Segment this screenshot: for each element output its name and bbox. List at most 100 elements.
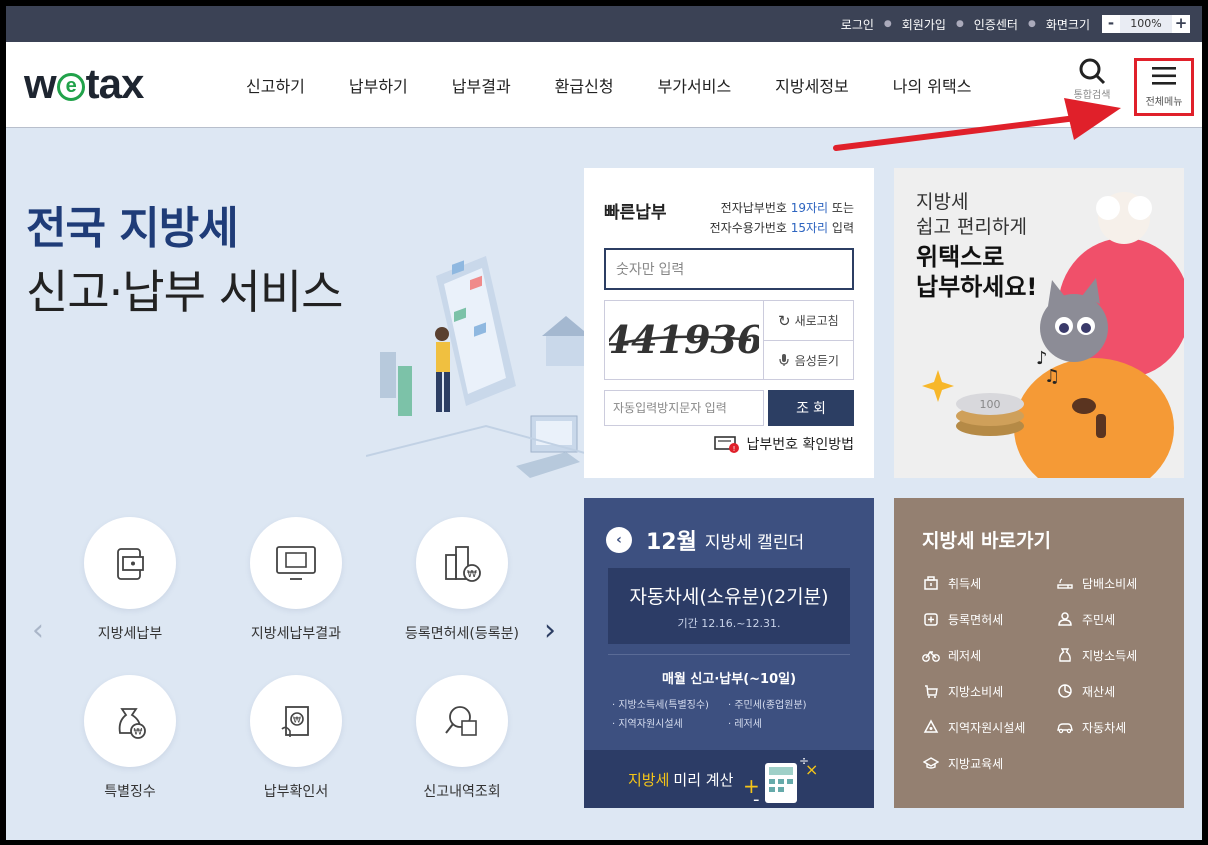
separator-dot: ● [1027,19,1036,29]
tax-pre-calculation-link[interactable]: 지방세 미리 계산 + - × ÷ [584,750,874,808]
recycle-icon [922,718,940,736]
cart-icon [922,682,940,700]
refresh-icon: ↻ [777,311,791,330]
captcha-audio-button[interactable]: 음성듣기 [763,340,853,379]
nav-item-report[interactable]: 신고하기 [246,73,305,97]
quick-item-label: 등록면허세(등록분) [405,626,519,642]
browser-page: 로그인 ● 회원가입 ● 인증센터 ● 화면크기 - 100% + w e tax … [6,6,1202,840]
promo-banner[interactable]: 지방세 쉽고 편리하게 위택스로 납부하세요! 100 ♪ ♫ [894,168,1184,478]
shortcut-tobacco-tax[interactable]: 담배소비세 [1056,574,1172,592]
separator-dot: ● [955,19,964,29]
logo-e-mark: e [56,73,85,101]
logo-text-w: w [24,60,57,107]
quick-payment-title: 빠른납부 [604,203,667,223]
quick-item-report-history[interactable]: 신고내역조회 [382,675,542,801]
zoom-control: - 100% + [1102,15,1190,33]
quick-item-payment-certificate[interactable]: ₩ 납부확인서 [216,675,376,801]
certificate-center-link[interactable]: 인증센터 [974,16,1018,33]
monthly-title: 매월 신고·납부(~10일) [661,672,797,687]
microphone-icon [779,354,789,366]
signup-link[interactable]: 회원가입 [902,16,946,33]
current-tax-name: 자동차세(소유분)(2기분) [629,586,829,608]
shortcut-property-tax[interactable]: 재산세 [1056,682,1172,700]
svg-text:₩: ₩ [293,716,301,725]
calc-label: 미리 계산 [673,770,734,789]
captcha-input[interactable] [604,390,764,426]
magnifier-document-icon [445,706,477,736]
monthly-tax-item: · 주민세(종업원분) [728,700,807,711]
shortcut-label: 등록면허세 [948,612,1004,627]
hero-title: 전국 지방세 신고·납부 서비스 [26,192,343,322]
calc-highlight: 지방세 [628,770,670,789]
desc-text: 전자수용가번호 [709,221,791,235]
quick-item-local-tax-pay[interactable]: 지방세납부 [50,517,210,643]
tax-calendar-panel: ‹ 12월 지방세 캘린더 자동차세(소유분)(2기분) 기간 12.16.~1… [584,498,874,808]
shortcut-automobile-tax[interactable]: 자동차세 [1056,718,1172,736]
nav-item-pay[interactable]: 납부하기 [349,73,408,97]
pie-chart-icon [1056,682,1074,700]
captcha-refresh-button[interactable]: ↻ 새로고침 [764,301,853,340]
money-bag-icon: ₩ [118,708,146,739]
shortcut-label: 재산세 [1082,684,1116,699]
shortcut-local-consumption-tax[interactable]: 지방소비세 [922,682,1056,700]
monitor-document-icon [276,546,316,580]
shortcut-label: 담배소비세 [1082,576,1138,591]
shortcut-regional-resource-tax[interactable]: 지역자원시설세 [922,718,1056,736]
coin-text: 100 [980,398,1001,411]
nav-item-extra-services[interactable]: 부가서비스 [658,73,732,97]
mascot-illustration: 100 ♪ ♫ [922,192,1184,478]
full-menu-button[interactable]: 전체메뉴 [1134,58,1194,116]
desc-text: 전자납부번호 [720,201,791,215]
nav-item-pay-result[interactable]: 납부결과 [452,73,511,97]
briefcase-icon [922,574,940,592]
bicycle-icon [922,646,940,664]
calendar-divider [608,654,850,655]
shortcut-local-education-tax[interactable]: 지방교육세 [922,754,1056,772]
quick-item-circle: ₩ [250,675,342,767]
svg-text:-: - [753,789,760,805]
building-won-icon: ₩ [445,546,481,582]
cigarette-icon [1056,574,1074,592]
nav-item-refund[interactable]: 환급신청 [555,73,614,97]
logo-text-tax: tax [85,60,145,107]
shortcut-label: 지방소득세 [1082,648,1138,663]
quick-item-circle: ₩ [416,517,508,609]
hero-title-line1: 전국 지방세 [26,203,239,254]
captcha-buttons: ↻ 새로고침 음성듣기 [763,301,853,379]
quick-item-pay-result[interactable]: 지방세납부결과 [216,517,376,643]
quick-menu: ‹ › 지방세납부 지방세납부결과 ₩ 등록면허세(등록분) ₩ 특별징수 ₩ … [6,511,586,811]
login-link[interactable]: 로그인 [841,16,874,33]
quick-item-circle [84,517,176,609]
shortcut-resident-tax[interactable]: 주민세 [1056,610,1172,628]
hero-illustration [366,256,596,478]
payment-number-input[interactable] [604,248,854,290]
quick-menu-next-icon[interactable]: › [544,613,556,648]
card-payment-icon [117,548,144,580]
shortcut-registration-license-tax[interactable]: 등록면허세 [922,610,1056,628]
zoom-in-button[interactable]: + [1172,15,1190,33]
shortcut-leisure-tax[interactable]: 레저세 [922,646,1056,664]
wetax-logo[interactable]: w e tax [24,60,145,108]
utility-bar: 로그인 ● 회원가입 ● 인증센터 ● 화면크기 - 100% + [6,6,1202,42]
shortcut-label: 지방소비세 [948,684,1004,699]
calendar-prev-icon[interactable]: ‹ [606,527,632,553]
shortcut-label: 취득세 [948,576,982,591]
shortcut-local-income-tax[interactable]: 지방소득세 [1056,646,1172,664]
search-icon [1079,58,1106,85]
quick-item-registration-license-tax[interactable]: ₩ 등록면허세(등록분) [382,517,542,643]
money-bag-icon [1056,646,1074,664]
shortcut-label: 레저세 [948,648,982,663]
shortcut-acquisition-tax[interactable]: 취득세 [922,574,1056,592]
tax-shortcuts-panel: 지방세 바로가기 취득세 담배소비세 등록면허세 주민세 레저세 지방소득세 지… [894,498,1184,808]
shortcuts-grid: 취득세 담배소비세 등록면허세 주민세 레저세 지방소득세 지방소비세 재산세 … [922,574,1172,772]
full-menu-label: 전체메뉴 [1145,97,1183,108]
desc-text: 또는 [828,201,854,215]
calendar-current-tax[interactable]: 자동차세(소유분)(2기분) 기간 12.16.~12.31. [608,568,850,644]
lookup-button[interactable]: 조 회 [768,390,854,426]
current-tax-period: 기간 12.16.~12.31. [677,617,781,630]
payment-number-help-link[interactable]: ! 납부번호 확인방법 [713,434,854,454]
quick-item-special-collection[interactable]: ₩ 특별징수 [50,675,210,801]
quick-menu-prev-icon[interactable]: ‹ [32,613,44,648]
zoom-out-button[interactable]: - [1102,15,1120,33]
hamburger-icon [1152,67,1176,85]
